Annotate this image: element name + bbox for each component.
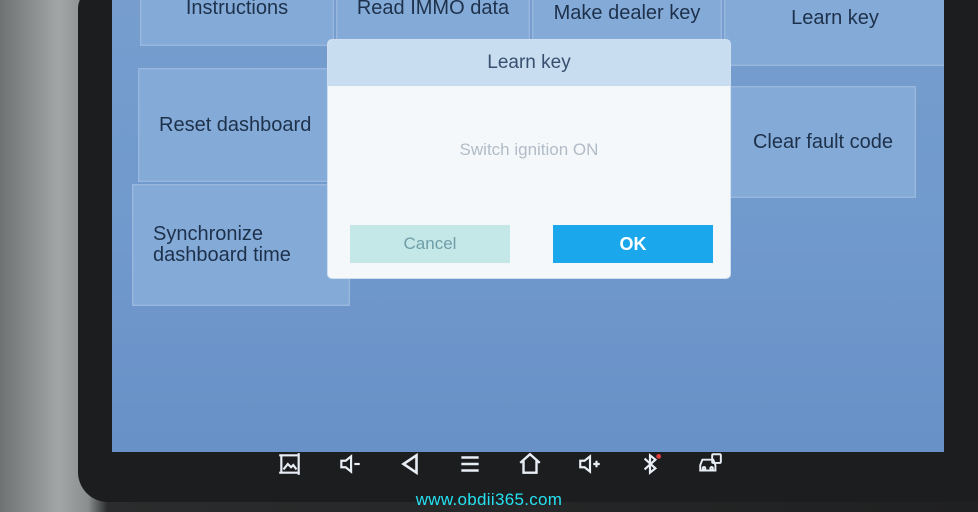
ok-button-label: OK	[619, 233, 647, 254]
watermark-text: www.obdii365.com	[415, 490, 563, 509]
dialog-message: Switch ignition ON	[459, 140, 599, 159]
system-navbar	[260, 444, 740, 484]
cancel-button[interactable]: Cancel	[350, 225, 510, 263]
screen: Instructions Read IMMO data Make dealer …	[112, 0, 944, 452]
volume-down-icon[interactable]	[335, 449, 365, 479]
menu-icon[interactable]	[455, 449, 485, 479]
volume-up-icon[interactable]	[575, 449, 605, 479]
back-icon[interactable]	[395, 449, 425, 479]
cancel-button-label: Cancel	[403, 234, 457, 253]
learn-key-dialog: Learn key Switch ignition ON Cancel OK	[328, 40, 730, 278]
screenshot-icon[interactable]	[275, 449, 305, 479]
dialog-title: Learn key	[487, 52, 571, 73]
ok-button[interactable]: OK	[553, 225, 713, 263]
home-icon[interactable]	[515, 449, 545, 479]
dialog-header: Learn key	[328, 40, 730, 86]
vci-icon[interactable]	[695, 449, 725, 479]
bluetooth-icon[interactable]	[635, 449, 665, 479]
